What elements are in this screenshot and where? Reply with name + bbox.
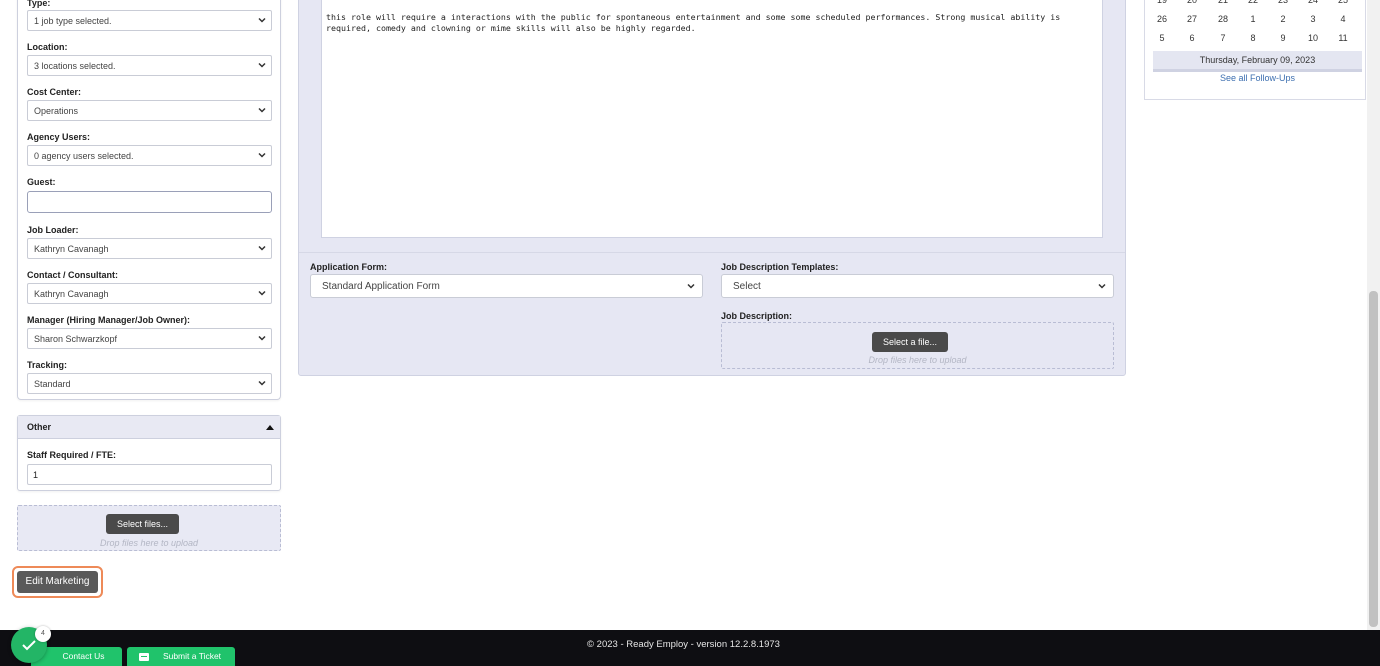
agency-users-select-value: 0 agency users selected. [34, 151, 134, 161]
calendar-day[interactable]: 22 [1238, 0, 1268, 5]
type-select[interactable]: 1 job type selected. [27, 10, 272, 31]
calendar-day[interactable]: 8 [1238, 33, 1268, 43]
calendar-day[interactable]: 3 [1298, 14, 1328, 24]
calendar-day[interactable]: 6 [1177, 33, 1207, 43]
application-form-select[interactable]: Standard Application Form [310, 274, 703, 298]
edit-marketing-highlight: Edit Marketing [12, 566, 103, 598]
contact-select[interactable]: Kathryn Cavanagh [27, 283, 272, 304]
select-a-file-button[interactable]: Select a file... [872, 332, 948, 352]
contact-label: Contact / Consultant: [27, 270, 118, 280]
chevron-down-icon [258, 245, 266, 251]
page-footer: © 2023 - Ready Employ - version 12.2.8.1… [0, 630, 1380, 666]
notification-count-badge: 4 [35, 626, 51, 642]
page-scrollbar[interactable] [1367, 0, 1380, 630]
application-form-label: Application Form: [310, 262, 387, 272]
tracking-select[interactable]: Standard [27, 373, 272, 394]
select-files-button[interactable]: Select files... [106, 514, 179, 534]
calendar-day[interactable]: 26 [1147, 14, 1177, 24]
cost-center-select[interactable]: Operations [27, 100, 272, 121]
calendar-day[interactable]: 1 [1238, 14, 1268, 24]
chevron-down-icon [258, 152, 266, 158]
job-description-text: this role will require a interactions wi… [326, 12, 1061, 33]
location-label: Location: [27, 42, 68, 52]
contact-select-value: Kathryn Cavanagh [34, 289, 109, 299]
calendar-day[interactable]: 24 [1298, 0, 1328, 5]
chevron-down-icon [258, 290, 266, 296]
submit-ticket-button[interactable]: Submit a Ticket [127, 647, 235, 666]
job-description-templates-select[interactable]: Select [721, 274, 1114, 298]
calendar-day[interactable]: 4 [1328, 14, 1358, 24]
calendar-day[interactable]: 5 [1147, 33, 1177, 43]
guest-label: Guest: [27, 177, 56, 187]
calendar-day[interactable]: 21 [1208, 0, 1238, 5]
staff-required-label: Staff Required / FTE: [27, 450, 117, 460]
agency-users-select[interactable]: 0 agency users selected. [27, 145, 272, 166]
scrollbar-thumb[interactable] [1369, 291, 1378, 627]
type-select-value: 1 job type selected. [34, 16, 112, 26]
calendar-day[interactable]: 2 [1268, 14, 1298, 24]
drop-files-hint: Drop files here to upload [868, 355, 967, 365]
other-panel-header[interactable]: Other [18, 416, 280, 439]
type-label: Type: [27, 0, 51, 8]
chevron-down-icon [258, 335, 266, 341]
divider [299, 252, 1125, 253]
calendar-day[interactable]: 20 [1177, 0, 1207, 5]
calendar-day[interactable]: 11 [1328, 33, 1358, 43]
edit-marketing-button[interactable]: Edit Marketing [17, 571, 98, 593]
job-description-templates-value: Select [733, 281, 761, 292]
chevron-down-icon [258, 17, 266, 23]
job-description-editor[interactable]: this role will require a interactions wi… [321, 0, 1103, 238]
manager-select[interactable]: Sharon Schwarzkopf [27, 328, 272, 349]
calendar-selected-date: Thursday, February 09, 2023 [1153, 51, 1362, 72]
submit-ticket-label: Submit a Ticket [162, 651, 222, 661]
job-description-dropzone[interactable]: Select a file... Drop files here to uplo… [721, 322, 1114, 369]
chevron-down-icon [258, 62, 266, 68]
contact-us-label: Contact Us [62, 651, 105, 661]
job-loader-label: Job Loader: [27, 225, 79, 235]
location-select-value: 3 locations selected. [34, 61, 116, 71]
job-description-label: Job Description: [721, 311, 793, 321]
manager-label: Manager (Hiring Manager/Job Owner): [27, 315, 191, 325]
chevron-down-icon [687, 283, 695, 289]
job-description-templates-label: Job Description Templates: [721, 262, 839, 272]
chevron-down-icon [1098, 283, 1106, 289]
job-details-panel: this role will require a interactions wi… [298, 0, 1126, 376]
agency-users-label: Agency Users: [27, 132, 91, 142]
calendar-day[interactable]: 25 [1328, 0, 1358, 5]
guest-input[interactable] [27, 191, 272, 213]
calendar-day[interactable]: 28 [1208, 14, 1238, 24]
calendar-day[interactable]: 7 [1208, 33, 1238, 43]
other-panel-title: Other [27, 422, 52, 432]
cost-center-select-value: Operations [34, 106, 79, 116]
caret-up-icon [266, 425, 274, 430]
chevron-down-icon [258, 107, 266, 113]
location-select[interactable]: 3 locations selected. [27, 55, 272, 76]
ticket-icon [139, 653, 149, 661]
tracking-label: Tracking: [27, 360, 68, 370]
application-form-value: Standard Application Form [322, 281, 440, 292]
calendar-day[interactable]: 27 [1177, 14, 1207, 24]
drop-files-hint: Drop files here to upload [99, 538, 199, 548]
job-loader-select[interactable]: Kathryn Cavanagh [27, 238, 272, 259]
job-loader-select-value: Kathryn Cavanagh [34, 244, 109, 254]
follow-ups-calendar-panel: 19 20 21 22 23 24 25 26 27 28 1 2 3 4 5 6 7 8 9 10 11 Thursd… [1144, 0, 1366, 100]
tracking-select-value: Standard [34, 379, 71, 389]
manager-select-value: Sharon Schwarzkopf [34, 334, 118, 344]
other-panel: Other Staff Required / FTE: 1 [17, 415, 281, 491]
calendar-day[interactable]: 19 [1147, 0, 1177, 5]
cost-center-label: Cost Center: [27, 87, 82, 97]
chevron-down-icon [258, 380, 266, 386]
calendar-day[interactable]: 23 [1268, 0, 1298, 5]
calendar-day[interactable]: 10 [1298, 33, 1328, 43]
attachments-dropzone[interactable]: Select files... Drop files here to uploa… [17, 505, 281, 551]
calendar-day[interactable]: 9 [1268, 33, 1298, 43]
see-all-follow-ups-link[interactable]: See all Follow-Ups [1153, 73, 1362, 83]
staff-required-input[interactable]: 1 [27, 464, 272, 485]
job-filters-panel: Type: 1 job type selected. Location: 3 l… [17, 0, 281, 400]
